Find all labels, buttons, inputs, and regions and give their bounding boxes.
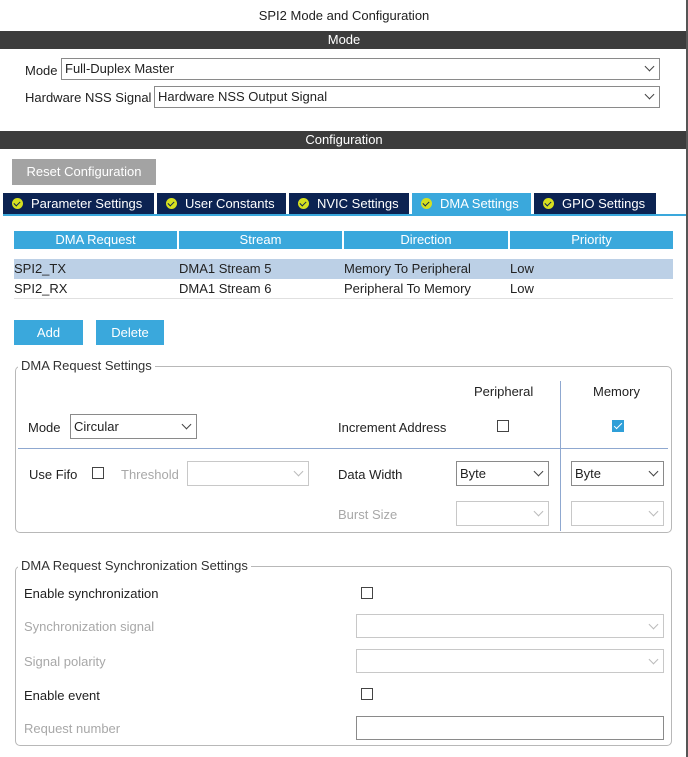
check-circle-icon	[12, 198, 23, 209]
tab-parameter-settings[interactable]: Parameter Settings	[3, 193, 154, 214]
use-fifo-label: Use Fifo	[29, 467, 78, 482]
add-button[interactable]: Add	[14, 320, 83, 345]
check-circle-icon	[166, 198, 177, 209]
cell-priority: Low	[510, 261, 534, 276]
peripheral-burst-size-select	[456, 501, 549, 526]
nss-select[interactable]: Hardware NSS Output Signal	[154, 86, 660, 108]
enable-sync-label: Enable synchronization	[24, 586, 159, 601]
cell-request: SPI2_RX	[14, 281, 68, 296]
cell-stream: DMA1 Stream 6	[179, 281, 272, 296]
memory-burst-size-select	[571, 501, 664, 526]
chevron-down-icon	[181, 419, 192, 430]
tab-label: NVIC Settings	[317, 196, 399, 211]
mode-header: Mode	[0, 31, 688, 49]
peripheral-data-width-select[interactable]: Byte	[456, 461, 549, 486]
window-title: SPI2 Mode and Configuration	[258, 8, 430, 23]
use-fifo-checkbox[interactable]	[92, 467, 104, 479]
divider	[18, 448, 668, 449]
tab-dma-settings[interactable]: DMA Settings	[412, 193, 531, 214]
chevron-down-icon	[648, 619, 659, 630]
tab-underline	[3, 214, 688, 216]
chevron-down-icon	[533, 506, 544, 517]
sync-signal-label: Synchronization signal	[24, 619, 155, 634]
mode-select[interactable]: Full-Duplex Master	[61, 58, 660, 80]
mode-label: Mode	[25, 63, 58, 78]
signal-polarity-label: Signal polarity	[24, 654, 106, 669]
divider	[560, 381, 561, 531]
cell-direction: Memory To Peripheral	[344, 261, 471, 276]
configuration-header: Configuration	[0, 131, 688, 149]
increment-address-label: Increment Address	[338, 420, 447, 435]
peripheral-header: Peripheral	[474, 384, 534, 399]
threshold-select	[187, 461, 309, 486]
chevron-down-icon	[293, 466, 304, 477]
cell-priority: Low	[510, 281, 534, 296]
nss-value: Hardware NSS Output Signal	[158, 89, 328, 104]
signal-polarity-select	[356, 649, 664, 673]
data-width-label: Data Width	[338, 467, 403, 482]
request-number-label: Request number	[24, 721, 121, 736]
enable-event-checkbox[interactable]	[361, 688, 373, 700]
column-header-stream[interactable]: Stream	[179, 231, 342, 249]
dma-request-settings-title: DMA Request Settings	[18, 358, 155, 373]
chevron-down-icon	[533, 466, 544, 477]
tab-nvic-settings[interactable]: NVIC Settings	[289, 193, 409, 214]
table-row[interactable]: SPI2_RX DMA1 Stream 6 Peripheral To Memo…	[14, 279, 673, 299]
burst-size-label: Burst Size	[338, 507, 398, 522]
memory-data-width-select[interactable]: Byte	[571, 461, 664, 486]
tab-label: User Constants	[185, 196, 275, 211]
chevron-down-icon	[644, 89, 655, 100]
peripheral-data-width-value: Byte	[460, 466, 487, 481]
column-header-direction[interactable]: Direction	[344, 231, 508, 249]
request-number-input[interactable]	[356, 716, 664, 740]
chevron-down-icon	[644, 61, 655, 72]
sync-signal-select	[356, 614, 664, 638]
memory-increment-checkbox[interactable]	[612, 420, 624, 432]
tab-label: DMA Settings	[440, 196, 519, 211]
delete-button[interactable]: Delete	[96, 320, 164, 345]
cell-direction: Peripheral To Memory	[344, 281, 471, 296]
dma-mode-value: Circular	[74, 419, 119, 434]
column-header-dma-request[interactable]: DMA Request	[14, 231, 177, 249]
cell-stream: DMA1 Stream 5	[179, 261, 272, 276]
dma-mode-select[interactable]: Circular	[70, 414, 197, 439]
threshold-label: Threshold	[121, 467, 179, 482]
memory-header: Memory	[593, 384, 640, 399]
nss-label: Hardware NSS Signal	[25, 90, 152, 105]
enable-sync-checkbox[interactable]	[361, 587, 373, 599]
tab-label: Parameter Settings	[31, 196, 143, 211]
dma-sync-settings-title: DMA Request Synchronization Settings	[18, 558, 251, 573]
dma-mode-label: Mode	[28, 420, 61, 435]
chevron-down-icon	[648, 654, 659, 665]
cell-request: SPI2_TX	[14, 261, 67, 276]
memory-data-width-value: Byte	[575, 466, 602, 481]
tab-user-constants[interactable]: User Constants	[157, 193, 286, 214]
tab-label: GPIO Settings	[562, 196, 646, 211]
column-header-priority[interactable]: Priority	[510, 231, 673, 249]
check-circle-icon	[298, 198, 309, 209]
reset-configuration-button[interactable]: Reset Configuration	[12, 159, 156, 185]
tab-gpio-settings[interactable]: GPIO Settings	[534, 193, 656, 214]
chevron-down-icon	[648, 466, 659, 477]
table-row[interactable]: SPI2_TX DMA1 Stream 5 Memory To Peripher…	[14, 259, 673, 279]
check-circle-icon	[421, 198, 432, 209]
chevron-down-icon	[648, 506, 659, 517]
peripheral-increment-checkbox[interactable]	[497, 420, 509, 432]
check-circle-icon	[543, 198, 554, 209]
mode-value: Full-Duplex Master	[65, 61, 175, 76]
enable-event-label: Enable event	[24, 688, 100, 703]
